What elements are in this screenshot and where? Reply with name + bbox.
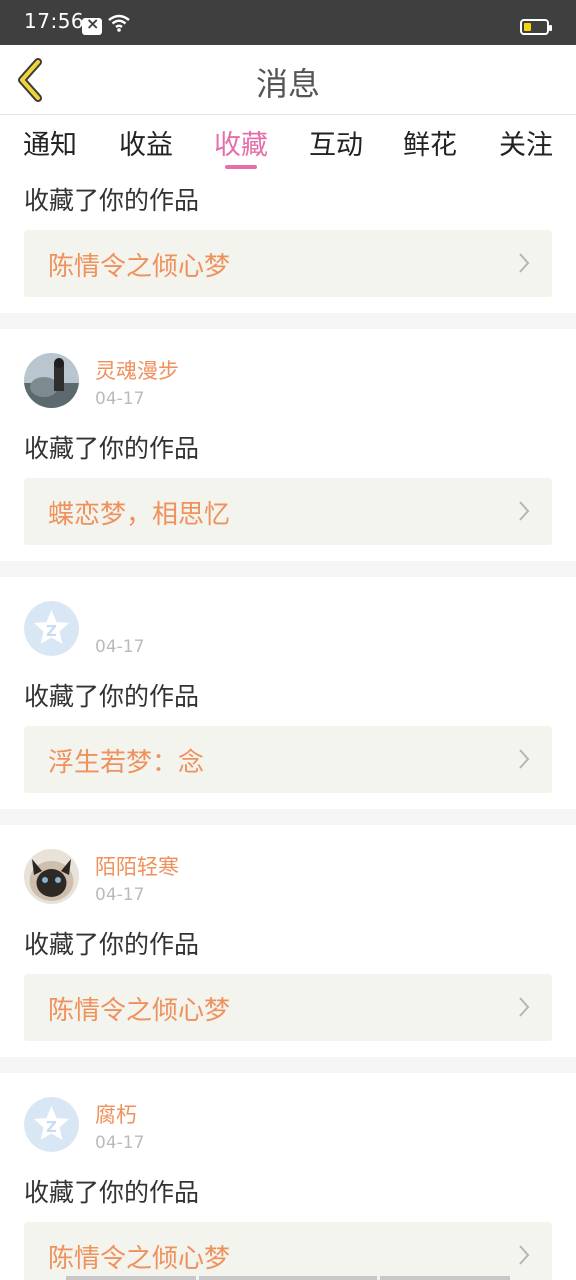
bottom-indicator-segment <box>199 1276 377 1280</box>
default-star-avatar-icon: Z <box>24 1097 79 1152</box>
username[interactable]: 灵魂漫步 <box>95 355 179 385</box>
work-link[interactable]: 蝶恋梦，相思忆 <box>24 478 552 545</box>
cat-photo-icon <box>24 849 79 904</box>
notification-icon <box>82 14 102 35</box>
work-title: 浮生若梦：念 <box>48 748 205 778</box>
favorites-feed: 收藏了你的作品 陈情令之倾心梦 灵魂漫步 04-17 收藏了你的作品 蝶恋梦，相… <box>0 175 576 1280</box>
chevron-right-icon <box>519 1245 530 1265</box>
top-nav-bar: 消息 <box>0 45 576 115</box>
work-title: 陈情令之倾心梦 <box>48 1244 231 1274</box>
divider <box>0 561 576 577</box>
svg-text:Z: Z <box>46 622 57 640</box>
chevron-right-icon <box>519 749 530 769</box>
tab-follows[interactable]: 关注 <box>486 123 566 162</box>
timestamp: 04-17 <box>95 389 145 409</box>
tab-earnings[interactable]: 收益 <box>106 123 186 162</box>
action-text: 收藏了你的作品 <box>24 930 200 959</box>
bottom-indicator-segment <box>380 1276 510 1280</box>
tab-notifications[interactable]: 通知 <box>10 123 90 162</box>
bottom-indicator-segment <box>66 1276 196 1280</box>
page-title: 消息 <box>255 65 320 103</box>
timestamp: 04-17 <box>95 885 145 905</box>
action-text: 收藏了你的作品 <box>24 682 200 711</box>
list-item: Z 04-17 收藏了你的作品 浮生若梦：念 <box>0 577 576 809</box>
chevron-right-icon <box>519 997 530 1017</box>
status-time: 17:56 <box>24 9 85 33</box>
action-text: 收藏了你的作品 <box>24 186 200 215</box>
work-title: 陈情令之倾心梦 <box>48 996 231 1026</box>
divider <box>0 1057 576 1073</box>
tab-interactions[interactable]: 互动 <box>296 123 376 162</box>
divider <box>0 313 576 329</box>
username[interactable]: 腐朽 <box>95 1099 137 1129</box>
status-bar: 17:56 <box>0 0 576 45</box>
work-link[interactable]: 陈情令之倾心梦 <box>24 974 552 1041</box>
tab-bar: 通知 收益 收藏 互动 鲜花 关注 <box>0 115 576 175</box>
work-link[interactable]: 陈情令之倾心梦 <box>24 230 552 297</box>
work-title: 陈情令之倾心梦 <box>48 252 231 282</box>
username[interactable]: 陌陌轻寒 <box>95 851 179 881</box>
user-photo-icon <box>24 353 79 408</box>
list-item: 灵魂漫步 04-17 收藏了你的作品 蝶恋梦，相思忆 <box>0 329 576 561</box>
divider <box>0 809 576 825</box>
default-star-avatar-icon: Z <box>24 601 79 656</box>
work-link[interactable]: 浮生若梦：念 <box>24 726 552 793</box>
avatar[interactable]: Z <box>24 601 79 656</box>
tab-favorites[interactable]: 收藏 <box>201 123 281 162</box>
list-item: 收藏了你的作品 陈情令之倾心梦 <box>0 175 576 313</box>
timestamp: 04-17 <box>95 637 145 657</box>
list-item: 陌陌轻寒 04-17 收藏了你的作品 陈情令之倾心梦 <box>0 825 576 1057</box>
chevron-right-icon <box>519 253 530 273</box>
timestamp: 04-17 <box>95 1133 145 1153</box>
chevron-right-icon <box>519 501 530 521</box>
work-link[interactable]: 陈情令之倾心梦 <box>24 1222 552 1280</box>
avatar[interactable] <box>24 849 79 904</box>
wifi-icon <box>108 14 130 32</box>
list-item: Z 腐朽 04-17 收藏了你的作品 陈情令之倾心梦 <box>0 1073 576 1280</box>
work-title: 蝶恋梦，相思忆 <box>48 500 231 530</box>
avatar[interactable] <box>24 353 79 408</box>
avatar[interactable]: Z <box>24 1097 79 1152</box>
action-text: 收藏了你的作品 <box>24 434 200 463</box>
active-tab-indicator <box>225 165 257 169</box>
battery-icon <box>520 19 552 35</box>
svg-text:Z: Z <box>46 1118 57 1136</box>
action-text: 收藏了你的作品 <box>24 1178 200 1207</box>
tab-flowers[interactable]: 鲜花 <box>390 123 470 162</box>
